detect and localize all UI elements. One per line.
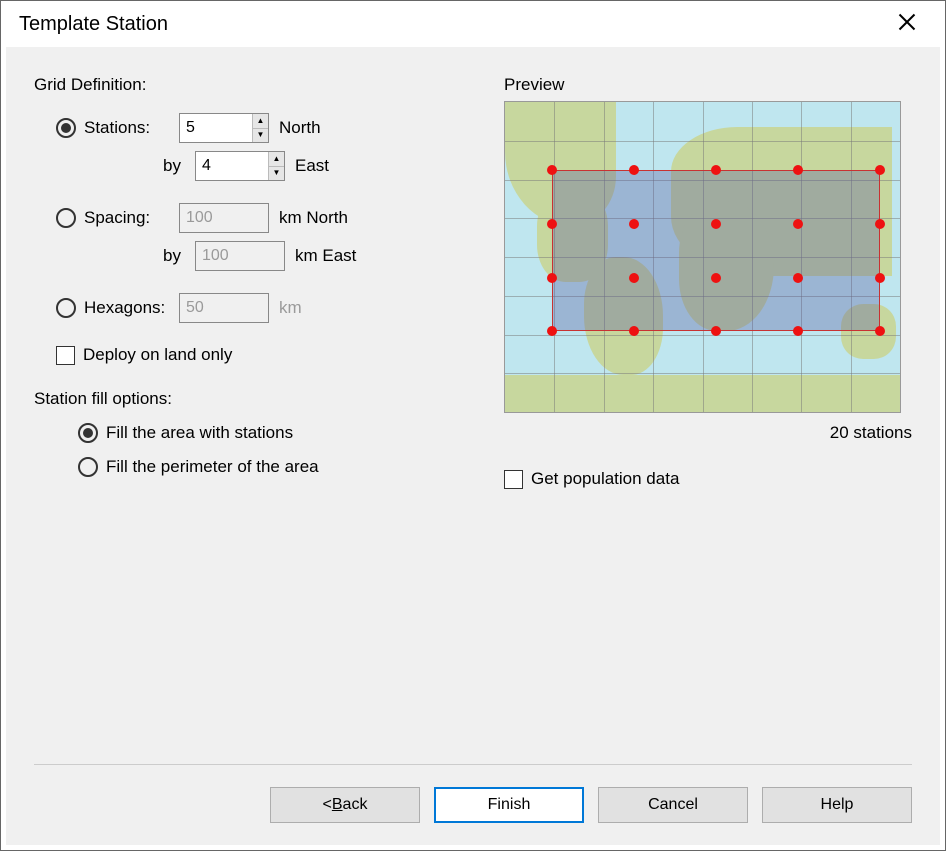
close-icon [897,12,917,32]
radio-stations[interactable] [56,118,76,138]
station-dot [711,165,721,175]
grid-definition-panel: Grid Definition: Stations: ▲▼ North by [34,75,474,497]
stations-north-input[interactable] [180,114,252,142]
dialog-body: Grid Definition: Stations: ▲▼ North by [6,47,940,845]
station-dot [875,273,885,283]
footer: < Back Finish Cancel Help [34,764,912,823]
stations-east-spin[interactable]: ▲▼ [195,151,285,181]
finish-button[interactable]: Finish [434,787,584,823]
hexagons-spin[interactable] [179,293,269,323]
stations-by-label: by [56,156,195,176]
spin-up-icon[interactable]: ▲ [269,152,284,167]
titlebar: Template Station [1,1,945,47]
station-dot [629,219,639,229]
station-dot [711,273,721,283]
station-dot [547,219,557,229]
close-button[interactable] [887,12,927,37]
stations-east-unit: East [295,156,329,176]
hexagons-input[interactable] [180,294,252,322]
station-dot [629,165,639,175]
spacing-north-unit: km North [279,208,348,228]
land-only-label: Deploy on land only [83,345,232,365]
station-dot [629,326,639,336]
fill-area-label: Fill the area with stations [106,423,293,443]
spin-down-icon[interactable]: ▼ [253,129,268,143]
station-dot [629,273,639,283]
fill-perimeter-label: Fill the perimeter of the area [106,457,319,477]
stations-north-unit: North [279,118,321,138]
spacing-by-label: by [56,246,195,266]
spacing-east-unit: km East [295,246,356,266]
check-get-population[interactable] [504,470,523,489]
spin-up-icon[interactable]: ▲ [253,114,268,129]
get-population-label: Get population data [531,469,679,489]
radio-fill-area[interactable] [78,423,98,443]
station-dot [793,219,803,229]
spacing-north-input[interactable] [180,204,252,232]
spacing-east-input[interactable] [196,242,268,270]
spacing-north-spin[interactable] [179,203,269,233]
station-dot [875,326,885,336]
grid-definition-heading: Grid Definition: [34,75,474,95]
station-dot [711,326,721,336]
stations-label: Stations: [84,118,179,138]
station-count: 20 stations [504,423,912,443]
spacing-east-spin[interactable] [195,241,285,271]
station-dot [547,165,557,175]
radio-hexagons[interactable] [56,298,76,318]
station-dot [793,273,803,283]
aoi-rect [552,170,880,331]
station-dot [793,326,803,336]
station-dot [711,219,721,229]
spacing-label: Spacing: [84,208,179,228]
stations-east-input[interactable] [196,152,268,180]
gridline [505,141,900,142]
spin-down-icon[interactable]: ▼ [269,167,284,181]
stations-north-spin[interactable]: ▲▼ [179,113,269,143]
radio-fill-perimeter[interactable] [78,457,98,477]
dialog-window: Template Station Grid Definition: Statio… [0,0,946,851]
back-button[interactable]: < Back [270,787,420,823]
cancel-button[interactable]: Cancel [598,787,748,823]
preview-map [504,101,901,413]
divider [34,764,912,765]
station-dot [547,326,557,336]
station-dot [875,165,885,175]
station-dot [793,165,803,175]
station-dot [547,273,557,283]
check-land-only[interactable] [56,346,75,365]
station-dot [875,219,885,229]
hexagons-unit: km [279,298,302,318]
gridline [505,373,900,374]
preview-heading: Preview [504,75,912,95]
help-button[interactable]: Help [762,787,912,823]
radio-spacing[interactable] [56,208,76,228]
preview-panel: Preview 20 stations Get population data [504,75,912,497]
fill-heading: Station fill options: [34,389,474,409]
hexagons-label: Hexagons: [84,298,179,318]
gridline [505,335,900,336]
dialog-title: Template Station [19,13,168,36]
